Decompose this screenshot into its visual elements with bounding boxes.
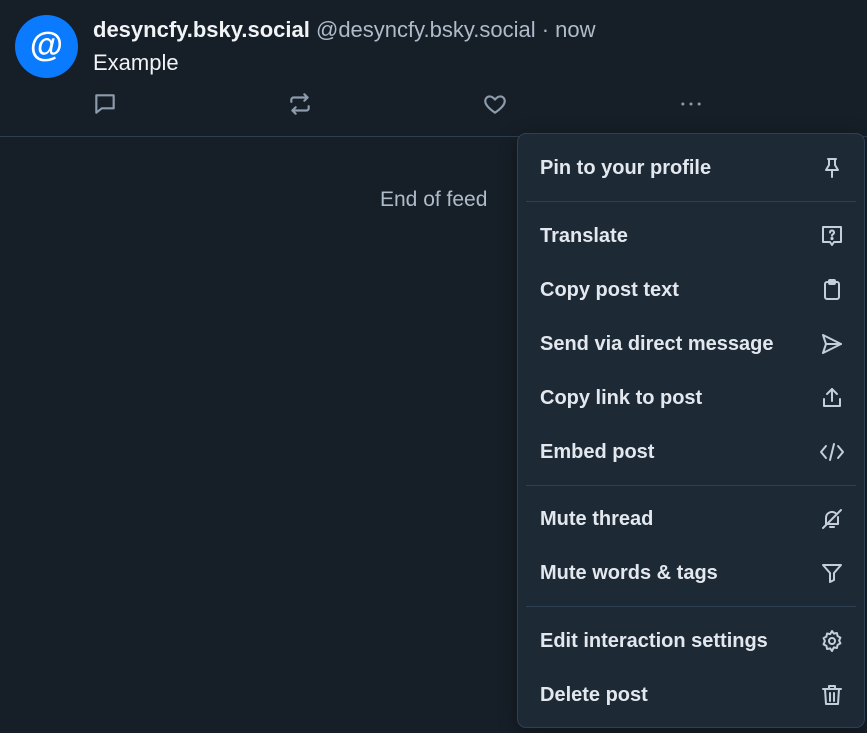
menu-item-label: Edit interaction settings	[540, 630, 768, 652]
gear-icon	[818, 627, 846, 655]
repost-icon	[290, 93, 310, 115]
post-options-menu: Pin to your profile Translate Copy post …	[517, 133, 865, 728]
more-options-button[interactable]	[677, 90, 705, 118]
like-button[interactable]	[481, 90, 509, 118]
menu-item-label: Copy post text	[540, 279, 679, 301]
end-of-feed-text: End of feed	[380, 188, 488, 211]
repost-button[interactable]	[286, 90, 314, 118]
display-name[interactable]: desyncfy.bsky.social	[93, 17, 310, 42]
reply-button[interactable]	[91, 90, 119, 118]
post-time[interactable]: now	[555, 17, 595, 42]
menu-divider	[526, 485, 856, 486]
avatar[interactable]: @	[15, 15, 78, 78]
menu-item-pin[interactable]: Pin to your profile	[518, 141, 864, 195]
menu-item-label: Copy link to post	[540, 387, 703, 409]
post-header: desyncfy.bsky.social @desyncfy.bsky.soci…	[93, 15, 596, 45]
pin-icon	[818, 154, 846, 182]
menu-item-copy-text[interactable]: Copy post text	[518, 263, 864, 317]
avatar-glyph: @	[29, 26, 64, 64]
menu-divider	[526, 201, 856, 202]
send-icon	[818, 330, 846, 358]
menu-item-embed[interactable]: Embed post	[518, 425, 864, 479]
menu-item-label: Embed post	[540, 441, 655, 463]
code-icon	[818, 438, 846, 466]
menu-item-delete[interactable]: Delete post	[518, 668, 864, 722]
post-text: Example	[93, 50, 179, 75]
menu-item-label: Pin to your profile	[540, 157, 712, 179]
translate-icon	[818, 222, 846, 250]
page: @ desyncfy.bsky.social @desyncfy.bsky.so…	[0, 0, 867, 733]
menu-item-copy-link[interactable]: Copy link to post	[518, 371, 864, 425]
filter-icon	[818, 559, 846, 587]
like-icon	[484, 95, 506, 114]
mute-bell-icon	[818, 505, 846, 533]
menu-item-label: Translate	[540, 225, 628, 247]
menu-item-label: Mute words & tags	[540, 562, 718, 584]
share-icon	[818, 384, 846, 412]
separator: ·	[535, 17, 556, 42]
menu-item-mute-words[interactable]: Mute words & tags	[518, 546, 864, 600]
menu-item-interaction-settings[interactable]: Edit interaction settings	[518, 614, 864, 668]
post[interactable]: @ desyncfy.bsky.social @desyncfy.bsky.so…	[0, 0, 867, 137]
menu-divider	[526, 606, 856, 607]
menu-item-mute-thread[interactable]: Mute thread	[518, 492, 864, 546]
menu-item-label: Send via direct message	[540, 333, 774, 355]
menu-item-label: Mute thread	[540, 508, 654, 530]
trash-icon	[818, 681, 846, 709]
menu-item-label: Delete post	[540, 684, 648, 706]
more-icon	[681, 102, 701, 106]
handle[interactable]: @desyncfy.bsky.social	[316, 17, 536, 42]
menu-item-translate[interactable]: Translate	[518, 209, 864, 263]
clipboard-icon	[818, 276, 846, 304]
reply-icon	[95, 94, 115, 114]
menu-item-send-dm[interactable]: Send via direct message	[518, 317, 864, 371]
